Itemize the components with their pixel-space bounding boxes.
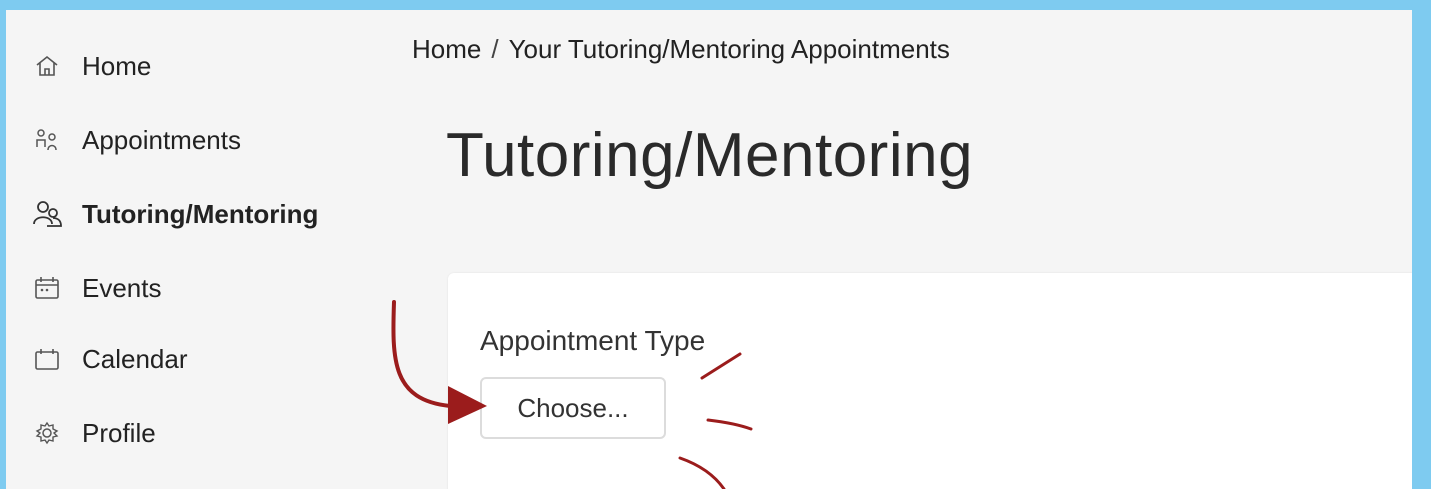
people-icon [30, 123, 64, 157]
sidebar-item-profile[interactable]: Profile [30, 413, 156, 453]
sidebar-nav: Home Appointments Tutoring/Mentoring Eve… [6, 10, 406, 489]
events-calendar-icon [30, 271, 64, 305]
breadcrumb-home-link[interactable]: Home [412, 34, 481, 65]
sidebar-item-label: Calendar [82, 343, 188, 374]
tutoring-icon [30, 197, 64, 231]
frame-edge [1412, 0, 1431, 489]
home-icon [30, 49, 64, 83]
sidebar-item-label: Appointments [82, 124, 241, 155]
sidebar-item-calendar[interactable]: Calendar [30, 339, 188, 379]
sidebar-item-label: Profile [82, 417, 156, 448]
app-window: Home Appointments Tutoring/Mentoring Eve… [6, 10, 1412, 489]
sidebar-item-tutoring-mentoring[interactable]: Tutoring/Mentoring [30, 194, 318, 234]
page-title: Tutoring/Mentoring [446, 121, 974, 190]
sidebar-item-label: Home [82, 50, 152, 81]
appointment-form-card: Appointment Type Choose... [448, 273, 1412, 489]
sidebar-item-label: Tutoring/Mentoring [82, 198, 319, 229]
breadcrumb-current: Your Tutoring/Mentoring Appointments [508, 34, 950, 64]
sidebar-item-appointments[interactable]: Appointments [30, 120, 241, 160]
breadcrumb: Home / Your Tutoring/Mentoring Appointme… [412, 34, 950, 65]
choose-appointment-type-button[interactable]: Choose... [480, 377, 666, 439]
sidebar-item-label: Events [82, 272, 162, 303]
breadcrumb-separator: / [491, 34, 499, 64]
sidebar-item-home[interactable]: Home [30, 46, 151, 86]
gear-icon [30, 416, 64, 450]
appointment-type-label: Appointment Type [480, 325, 706, 356]
sidebar-item-events[interactable]: Events [30, 268, 162, 308]
calendar-icon [30, 342, 64, 376]
